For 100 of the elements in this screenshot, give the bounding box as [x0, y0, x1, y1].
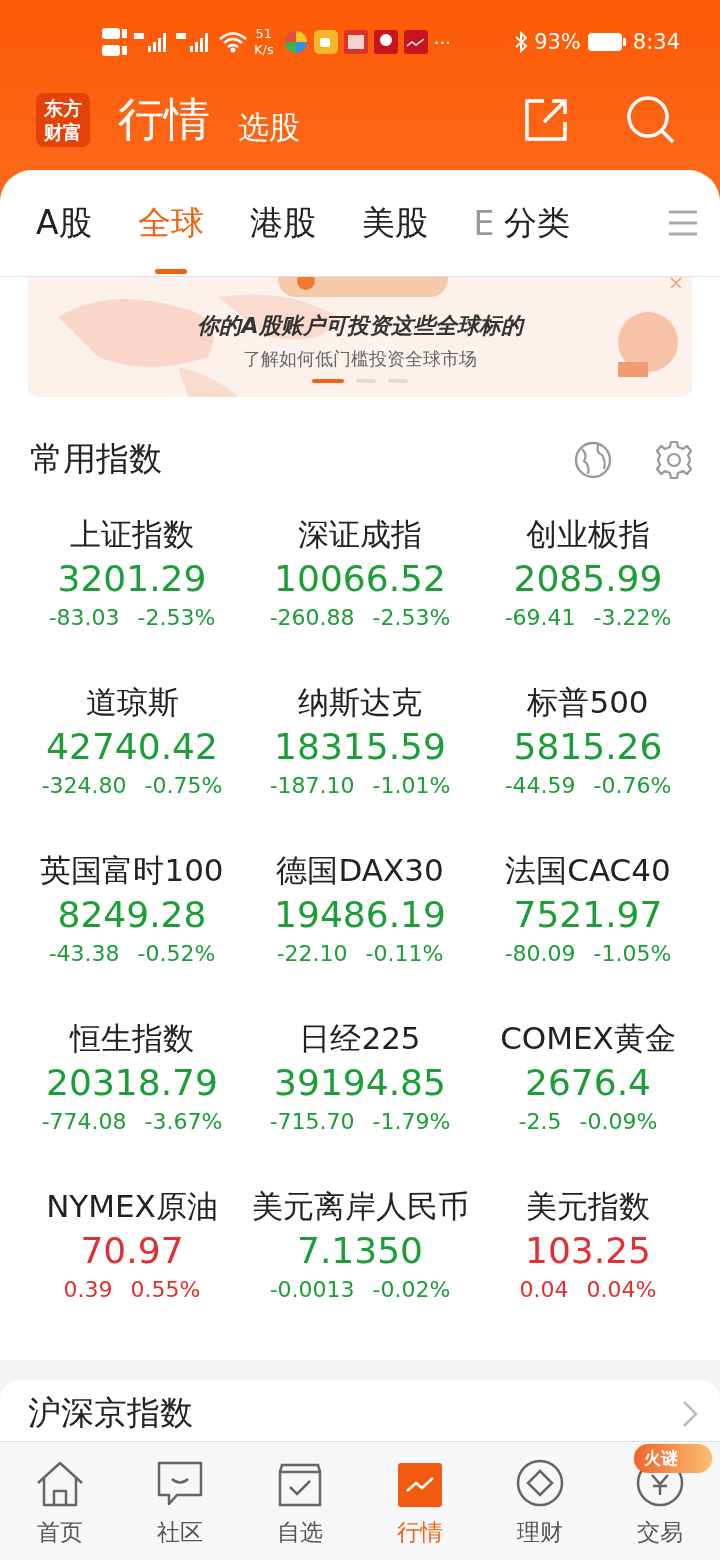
index-percent: -2.53% [372, 605, 451, 630]
index-change: -187.10 [269, 773, 355, 798]
hd-icon [102, 26, 128, 58]
battery-icon [586, 32, 627, 52]
index-name: COMEX黄金 [500, 1019, 676, 1058]
speed-unit: K/s [254, 42, 274, 58]
index-value: 42740.42 [46, 726, 218, 767]
wifi-icon [218, 31, 248, 53]
index-value: 3201.29 [57, 558, 207, 599]
index-tile[interactable]: NYMEX原油 70.97 0.39 0.55% [18, 1176, 246, 1344]
index-percent: -0.76% [593, 773, 672, 798]
index-name: 道琼斯 [85, 683, 179, 722]
more-notifications: ··· [433, 31, 451, 53]
index-name: 美元指数 [526, 1187, 650, 1226]
app-logo: 东方财富 [36, 93, 90, 147]
index-change: -0.0013 [269, 1277, 355, 1302]
index-name: 纳斯达克 [298, 683, 422, 722]
index-percent: -2.53% [137, 605, 216, 630]
index-change: -2.5 [518, 1109, 562, 1134]
nav-tab[interactable]: 理财 [480, 1442, 600, 1560]
index-value: 8249.28 [57, 894, 207, 935]
index-tile[interactable]: 道琼斯 42740.42 -324.80 -0.75% [18, 672, 246, 840]
cup-icon [313, 30, 338, 54]
index-name: NYMEX原油 [46, 1187, 218, 1226]
index-tile[interactable]: COMEX黄金 2676.4 -2.5 -0.09% [474, 1008, 702, 1176]
index-name: 德国DAX30 [276, 851, 444, 890]
index-percent: -0.09% [579, 1109, 658, 1134]
market-tab[interactable]: 美股 [361, 170, 428, 276]
index-percent: -3.22% [593, 605, 672, 630]
index-name: 上证指数 [70, 515, 194, 554]
chart-icon [398, 1463, 442, 1507]
index-tile[interactable]: 法国CAC40 7521.97 -80.09 -1.05% [474, 840, 702, 1008]
index-change: -324.80 [41, 773, 127, 798]
index-percent: -0.52% [137, 941, 216, 966]
index-percent: 0.55% [130, 1277, 201, 1302]
index-tile[interactable]: 纳斯达克 18315.59 -187.10 -1.01% [246, 672, 474, 840]
index-name: 日经225 [299, 1019, 421, 1058]
index-percent: -1.05% [593, 941, 672, 966]
close-icon[interactable] [670, 277, 682, 289]
index-value: 7.1350 [297, 1230, 423, 1271]
index-change: -69.41 [504, 605, 576, 630]
index-value: 5815.26 [513, 726, 663, 767]
index-tile[interactable]: 上证指数 3201.29 -83.03 -2.53% [18, 504, 246, 672]
banner-subline: 了解如何低门槛投资全球市场 [243, 347, 477, 371]
index-tile[interactable]: 深证成指 10066.52 -260.88 -2.53% [246, 504, 474, 672]
index-value: 39194.85 [274, 1062, 446, 1103]
index-value: 7521.97 [513, 894, 663, 935]
chevron-right-icon[interactable] [682, 1399, 698, 1428]
section-title: 沪深京指数 [28, 1392, 193, 1434]
globe-icon[interactable] [574, 440, 612, 479]
home-icon [35, 1461, 85, 1507]
share-icon[interactable] [524, 98, 570, 142]
index-change: -715.70 [269, 1109, 355, 1134]
index-tile[interactable]: 美元离岸人民币 7.1350 -0.0013 -0.02% [246, 1176, 474, 1344]
index-change: -44.59 [504, 773, 576, 798]
network-speed: 51 [255, 26, 273, 42]
index-tile[interactable]: 英国富时100 8249.28 -43.38 -0.52% [18, 840, 246, 1008]
index-change: 0.04 [519, 1277, 569, 1302]
market-tab[interactable]: 分类 [504, 170, 571, 276]
section-title: 常用指数 [30, 438, 162, 480]
index-tile[interactable]: 恒生指数 20318.79 -774.08 -3.67% [18, 1008, 246, 1176]
bluetooth-icon [514, 31, 529, 53]
market-tab[interactable]: 港股 [249, 170, 316, 276]
index-value: 103.25 [525, 1230, 651, 1271]
index-change: -43.38 [48, 941, 120, 966]
index-change: 0.39 [63, 1277, 113, 1302]
index-change: -774.08 [41, 1109, 127, 1134]
index-tile[interactable]: 标普500 5815.26 -44.59 -0.76% [474, 672, 702, 840]
index-tile[interactable]: 日经225 39194.85 -715.70 -1.79% [246, 1008, 474, 1176]
index-name: 创业板指 [526, 515, 650, 554]
checkbox-icon [278, 1463, 322, 1507]
nav-tab[interactable]: 社区 [120, 1442, 240, 1560]
index-value: 18315.59 [274, 726, 446, 767]
index-value: 2085.99 [513, 558, 663, 599]
promo-banner[interactable]: 你的A股账户可投资这些全球标的 了解如何低门槛投资全球市场 [28, 277, 692, 397]
index-value: 19486.19 [274, 894, 446, 935]
search-icon[interactable] [626, 95, 676, 145]
index-value: 10066.52 [274, 558, 446, 599]
nav-tab[interactable]: 火谜 交易 [600, 1442, 720, 1560]
index-percent: 0.04% [586, 1277, 657, 1302]
settings-icon[interactable] [654, 439, 694, 480]
index-tile[interactable]: 创业板指 2085.99 -69.41 -3.22% [474, 504, 702, 672]
index-name: 深证成指 [298, 515, 422, 554]
index-name: 恒生指数 [70, 1019, 194, 1058]
index-value: 2676.4 [525, 1062, 651, 1103]
index-value: 20318.79 [46, 1062, 218, 1103]
index-name: 标普500 [527, 683, 649, 722]
hot-badge: 火谜 [634, 1444, 712, 1473]
market-tab[interactable]: A股 [36, 170, 92, 276]
nav-tab[interactable]: 首页 [0, 1442, 120, 1560]
nav-tab[interactable]: 自选 [240, 1442, 360, 1560]
index-change: -80.09 [504, 941, 576, 966]
index-percent: -0.02% [372, 1277, 451, 1302]
app-notification-icon [403, 30, 428, 54]
chat-icon [157, 1461, 203, 1507]
index-value: 70.97 [80, 1230, 184, 1271]
menu-icon[interactable] [668, 209, 698, 237]
index-tile[interactable]: 德国DAX30 19486.19 -22.10 -0.11% [246, 840, 474, 1008]
index-percent: -0.75% [144, 773, 223, 798]
index-tile[interactable]: 美元指数 103.25 0.04 0.04% [474, 1176, 702, 1344]
